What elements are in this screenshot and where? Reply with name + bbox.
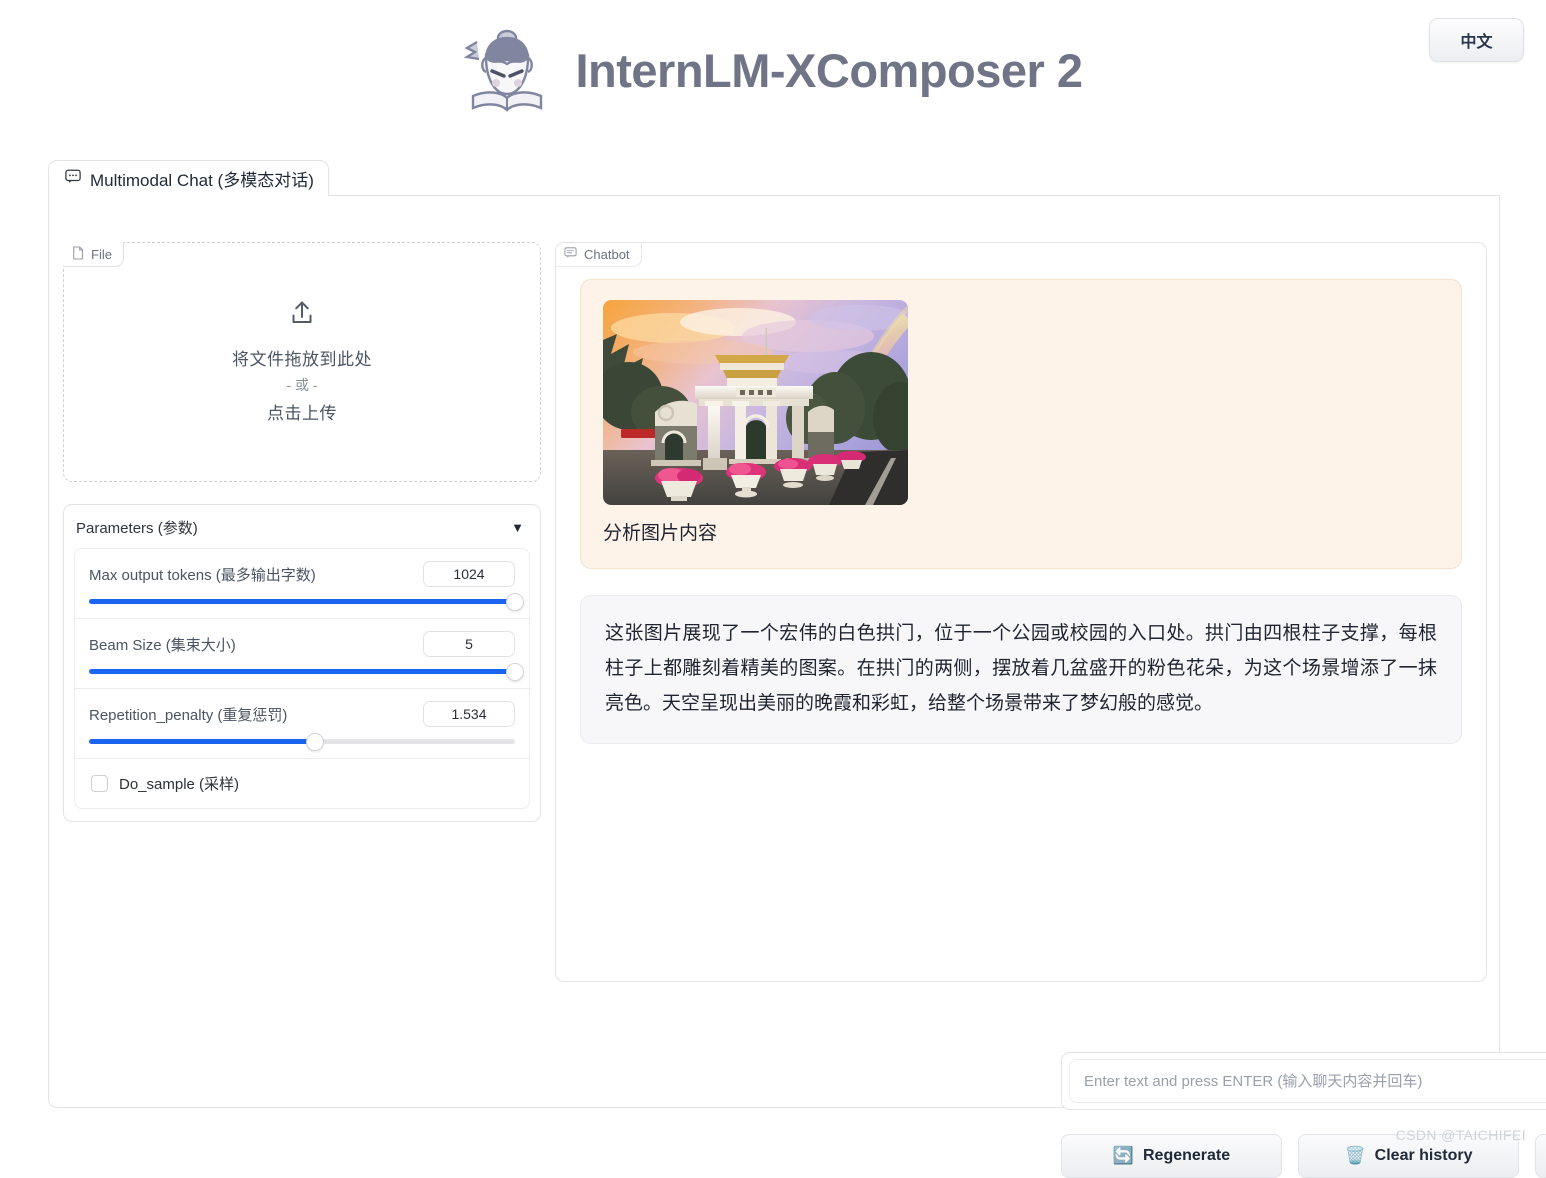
dropzone-click-to-upload-text: 点击上传 bbox=[267, 399, 337, 424]
refresh-icon: 🔄 bbox=[1113, 1146, 1134, 1166]
slider-track-max-output-tokens[interactable] bbox=[89, 599, 515, 604]
dropzone-primary-text: 将文件拖放到此处 bbox=[232, 345, 372, 370]
slider-knob-beam-size[interactable] bbox=[506, 663, 524, 681]
slider-row-beam-size: Beam Size (集束大小) 5 bbox=[75, 619, 529, 689]
app-header: InternLM-XComposer 2 中文 bbox=[0, 0, 1546, 140]
uploaded-image-thumbnail[interactable] bbox=[603, 300, 908, 505]
slider-track-beam-size[interactable] bbox=[89, 669, 515, 674]
left-column: File 将文件拖放到此处 - 或 - 点击上传 Parameters (参数)… bbox=[63, 242, 541, 822]
regenerate-button[interactable]: 🔄 Regenerate bbox=[1061, 1134, 1282, 1178]
parameters-header[interactable]: Parameters (参数) ▼ bbox=[74, 515, 530, 548]
like-button[interactable]: 👍 Like (点赞) bbox=[1535, 1134, 1546, 1178]
chatbot-block-label: Chatbot bbox=[555, 242, 642, 267]
slider-value-max-output-tokens[interactable]: 1024 bbox=[423, 561, 515, 587]
tab-strip: Multimodal Chat (多模态对话) bbox=[48, 160, 1500, 196]
chat-input-row: Enter text and press ENTER (输入聊天内容并回车) S… bbox=[1061, 1052, 1546, 1114]
tab-body: File 将文件拖放到此处 - 或 - 点击上传 Parameters (参数)… bbox=[48, 196, 1500, 1108]
right-column: Chatbot bbox=[555, 242, 1487, 982]
chat-input[interactable]: Enter text and press ENTER (输入聊天内容并回车) bbox=[1069, 1059, 1546, 1103]
chatbot-panel: Chatbot bbox=[555, 242, 1487, 982]
file-document-icon bbox=[72, 246, 84, 263]
slider-value-repetition-penalty[interactable]: 1.534 bbox=[423, 701, 515, 727]
slider-label-max-output-tokens: Max output tokens (最多输出字数) bbox=[89, 564, 316, 585]
checkbox-row-do-sample[interactable]: Do_sample (采样) bbox=[75, 759, 529, 808]
slider-row-repetition-penalty: Repetition_penalty (重复惩罚) 1.534 bbox=[75, 689, 529, 759]
chatbot-block-label-text: Chatbot bbox=[584, 247, 630, 262]
clear-history-button-label: Clear history bbox=[1375, 1147, 1473, 1165]
parameters-body: Max output tokens (最多输出字数) 1024 Beam Siz… bbox=[74, 548, 530, 809]
file-dropzone[interactable]: File 将文件拖放到此处 - 或 - 点击上传 bbox=[63, 242, 541, 482]
upload-icon bbox=[289, 300, 315, 331]
slider-knob-max-output-tokens[interactable] bbox=[506, 593, 524, 611]
do-sample-checkbox[interactable] bbox=[91, 775, 108, 792]
chat-message-assistant: 这张图片展现了一个宏伟的白色拱门，位于一个公园或校园的入口处。拱门由四根柱子支撑… bbox=[580, 595, 1462, 744]
slider-label-repetition-penalty: Repetition_penalty (重复惩罚) bbox=[89, 704, 287, 725]
file-block-label-text: File bbox=[91, 247, 112, 262]
slider-knob-repetition-penalty[interactable] bbox=[306, 733, 324, 751]
slider-value-beam-size[interactable]: 5 bbox=[423, 631, 515, 657]
do-sample-label: Do_sample (采样) bbox=[119, 773, 239, 794]
slider-row-max-output-tokens: Max output tokens (最多输出字数) 1024 bbox=[75, 549, 529, 619]
dropzone-or-text: - 或 - bbox=[286, 375, 317, 395]
internlm-avatar-book-logo-icon bbox=[463, 24, 549, 116]
caret-down-icon[interactable]: ▼ bbox=[511, 520, 524, 535]
chat-message-user-text: 分析图片内容 bbox=[603, 521, 1439, 548]
tab-multimodal-chat-label: Multimodal Chat (多模态对话) bbox=[90, 166, 314, 191]
brand: InternLM-XComposer 2 bbox=[463, 24, 1082, 116]
file-block-label: File bbox=[63, 242, 124, 267]
main-tab-card: Multimodal Chat (多模态对话) File bbox=[48, 160, 1500, 1108]
app-title: InternLM-XComposer 2 bbox=[575, 43, 1082, 98]
parameters-panel: Parameters (参数) ▼ Max output tokens (最多输… bbox=[63, 504, 541, 822]
chat-window-icon bbox=[564, 247, 577, 262]
csdn-watermark: CSDN @TAICHIFEI bbox=[1396, 1127, 1526, 1143]
parameters-title: Parameters (参数) bbox=[76, 517, 198, 538]
language-toggle-button[interactable]: 中文 bbox=[1429, 18, 1524, 62]
trash-icon: 🗑️ bbox=[1345, 1146, 1366, 1166]
slider-track-repetition-penalty[interactable] bbox=[89, 739, 515, 744]
chat-bubble-icon bbox=[65, 169, 81, 189]
tab-multimodal-chat[interactable]: Multimodal Chat (多模态对话) bbox=[48, 160, 329, 196]
slider-label-beam-size: Beam Size (集束大小) bbox=[89, 634, 236, 655]
chat-message-user: 分析图片内容 bbox=[580, 279, 1462, 569]
chat-textarea-wrapper: Enter text and press ENTER (输入聊天内容并回车) bbox=[1061, 1052, 1546, 1110]
regenerate-button-label: Regenerate bbox=[1143, 1147, 1230, 1165]
